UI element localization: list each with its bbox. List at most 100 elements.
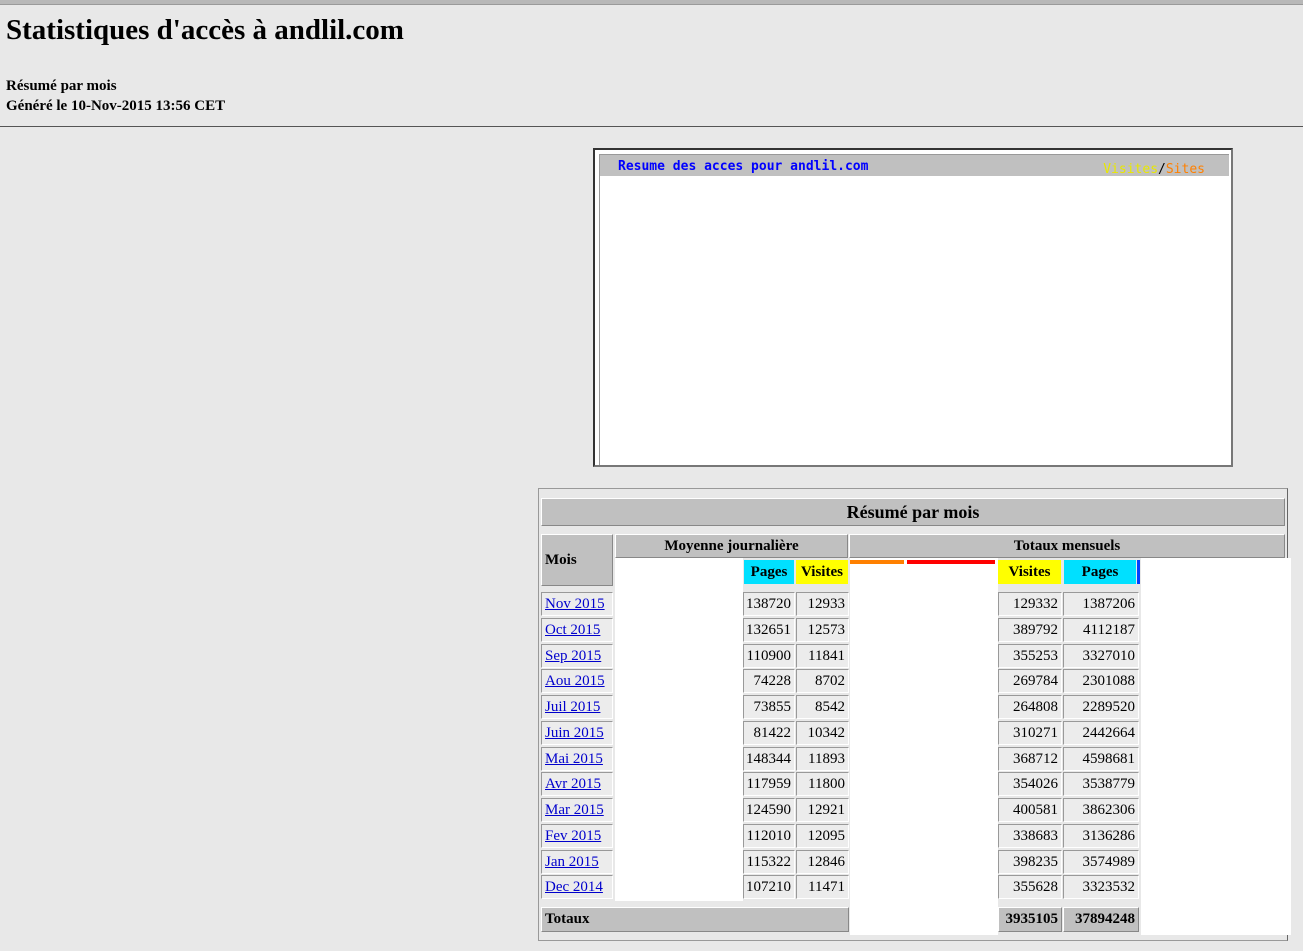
daily-pages-cell: 74228 bbox=[743, 669, 795, 693]
monthly-pages-cell: 3862306 bbox=[1063, 798, 1139, 822]
daily-pages-cell: 107210 bbox=[743, 875, 795, 899]
daily-visits-cell: 11841 bbox=[796, 644, 849, 668]
daily-visits-cell: 10342 bbox=[796, 721, 849, 745]
monthly-pages-cell: 1387206 bbox=[1063, 592, 1139, 616]
daily-visits-cell: 12846 bbox=[796, 850, 849, 874]
page-title: Statistiques d'accès à andlil.com bbox=[6, 14, 404, 46]
month-link[interactable]: Jan 2015 bbox=[545, 854, 599, 870]
monthly-pages-cell: 3136286 bbox=[1063, 824, 1139, 848]
daily-pages-cell: 138720 bbox=[743, 592, 795, 616]
daily-visits-cell: 8542 bbox=[796, 695, 849, 719]
month-link[interactable]: Oct 2015 bbox=[545, 622, 600, 638]
daily-visits-header: Visites bbox=[796, 560, 848, 584]
daily-visits-cell: 12933 bbox=[796, 592, 849, 616]
monthly-summary-table: Résumé par mois Mois Moyenne journalière… bbox=[538, 488, 1291, 941]
daily-pages-cell: 110900 bbox=[743, 644, 795, 668]
month-cell[interactable]: Nov 2015 bbox=[541, 592, 613, 616]
legend-visits: Visites bbox=[1103, 162, 1159, 177]
daily-pages-cell: 117959 bbox=[743, 772, 795, 796]
monthly-pages-cell: 2301088 bbox=[1063, 669, 1139, 693]
monthly-visits-cell: 310271 bbox=[998, 721, 1062, 745]
totals-visits: 3935105 bbox=[998, 907, 1062, 932]
daily-pages-cell: 148344 bbox=[743, 747, 795, 771]
legend-sites: Sites bbox=[1165, 162, 1205, 177]
month-link[interactable]: Juil 2015 bbox=[545, 699, 600, 715]
monthly-pages-header: Pages bbox=[1064, 560, 1136, 584]
legend-separator: / bbox=[1158, 162, 1166, 177]
month-link[interactable]: Sep 2015 bbox=[545, 648, 601, 664]
daily-visits-cell: 11800 bbox=[796, 772, 849, 796]
monthly-pages-cell: 4598681 bbox=[1063, 747, 1139, 771]
usage-graph: Resume des acces pour andlil.com Visites… bbox=[593, 148, 1233, 467]
divider bbox=[0, 126, 1303, 127]
month-link[interactable]: Nov 2015 bbox=[545, 596, 605, 612]
graph-header: Resume des acces pour andlil.com Visites… bbox=[600, 155, 1229, 177]
monthly-visits-cell: 355628 bbox=[998, 875, 1062, 899]
totals-label: Totaux bbox=[541, 907, 849, 932]
monthly-pages-cell: 3327010 bbox=[1063, 644, 1139, 668]
daily-pages-cell: 112010 bbox=[743, 824, 795, 848]
monthly-pages-cell: 2289520 bbox=[1063, 695, 1139, 719]
daily-visits-cell: 12573 bbox=[796, 618, 849, 642]
month-cell[interactable]: Dec 2014 bbox=[541, 875, 613, 899]
sites-color-strip bbox=[850, 560, 904, 564]
month-link[interactable]: Mar 2015 bbox=[545, 802, 604, 818]
kbytes-color-strip bbox=[907, 560, 995, 564]
month-link[interactable]: Mai 2015 bbox=[545, 751, 603, 767]
daily-average-header: Moyenne journalière bbox=[615, 534, 848, 558]
blank-daily-block bbox=[615, 558, 743, 901]
monthly-visits-header: Visites bbox=[998, 560, 1061, 584]
month-column-header: Mois bbox=[541, 534, 613, 586]
table-caption: Résumé par mois bbox=[541, 498, 1285, 526]
daily-visits-cell: 11893 bbox=[796, 747, 849, 771]
monthly-totals-header: Totaux mensuels bbox=[849, 534, 1285, 558]
monthly-pages-cell: 3323532 bbox=[1063, 875, 1139, 899]
monthly-visits-cell: 338683 bbox=[998, 824, 1062, 848]
month-cell[interactable]: Juil 2015 bbox=[541, 695, 613, 719]
graph-legend: Visites/Sites bbox=[1103, 162, 1205, 177]
monthly-visits-cell: 264808 bbox=[998, 695, 1062, 719]
monthly-pages-cell: 4112187 bbox=[1063, 618, 1139, 642]
daily-visits-cell: 12921 bbox=[796, 798, 849, 822]
monthly-visits-cell: 129332 bbox=[998, 592, 1062, 616]
blank-right-block bbox=[1141, 558, 1291, 935]
month-cell[interactable]: Fev 2015 bbox=[541, 824, 613, 848]
graph-title: Resume des acces pour andlil.com bbox=[618, 159, 869, 174]
month-link[interactable]: Avr 2015 bbox=[545, 776, 601, 792]
daily-pages-cell: 73855 bbox=[743, 695, 795, 719]
monthly-visits-cell: 269784 bbox=[998, 669, 1062, 693]
daily-visits-cell: 8702 bbox=[796, 669, 849, 693]
hits-color-strip bbox=[1137, 560, 1140, 584]
generated-date: Généré le 10-Nov-2015 13:56 CET bbox=[6, 98, 226, 114]
month-cell[interactable]: Oct 2015 bbox=[541, 618, 613, 642]
daily-pages-header: Pages bbox=[744, 560, 794, 584]
monthly-pages-cell: 3538779 bbox=[1063, 772, 1139, 796]
month-cell[interactable]: Aou 2015 bbox=[541, 669, 613, 693]
month-cell[interactable]: Mar 2015 bbox=[541, 798, 613, 822]
page-subtitle: Résumé par mois bbox=[6, 78, 117, 94]
month-cell[interactable]: Jan 2015 bbox=[541, 850, 613, 874]
month-cell[interactable]: Sep 2015 bbox=[541, 644, 613, 668]
month-link[interactable]: Dec 2014 bbox=[545, 879, 603, 895]
monthly-visits-cell: 389792 bbox=[998, 618, 1062, 642]
blank-monthly-block bbox=[850, 558, 998, 935]
month-cell[interactable]: Avr 2015 bbox=[541, 772, 613, 796]
month-cell[interactable]: Juin 2015 bbox=[541, 721, 613, 745]
monthly-pages-cell: 3574989 bbox=[1063, 850, 1139, 874]
totals-pages: 37894248 bbox=[1063, 907, 1139, 932]
month-link[interactable]: Fev 2015 bbox=[545, 828, 601, 844]
monthly-pages-cell: 2442664 bbox=[1063, 721, 1139, 745]
graph-canvas: Resume des acces pour andlil.com Visites… bbox=[599, 154, 1229, 465]
month-cell[interactable]: Mai 2015 bbox=[541, 747, 613, 771]
monthly-visits-cell: 355253 bbox=[998, 644, 1062, 668]
daily-visits-cell: 11471 bbox=[796, 875, 849, 899]
daily-visits-cell: 12095 bbox=[796, 824, 849, 848]
top-border bbox=[0, 0, 1303, 5]
daily-pages-cell: 115322 bbox=[743, 850, 795, 874]
daily-pages-cell: 81422 bbox=[743, 721, 795, 745]
daily-pages-cell: 132651 bbox=[743, 618, 795, 642]
month-link[interactable]: Aou 2015 bbox=[545, 673, 605, 689]
monthly-visits-cell: 354026 bbox=[998, 772, 1062, 796]
monthly-visits-cell: 398235 bbox=[998, 850, 1062, 874]
month-link[interactable]: Juin 2015 bbox=[545, 725, 604, 741]
